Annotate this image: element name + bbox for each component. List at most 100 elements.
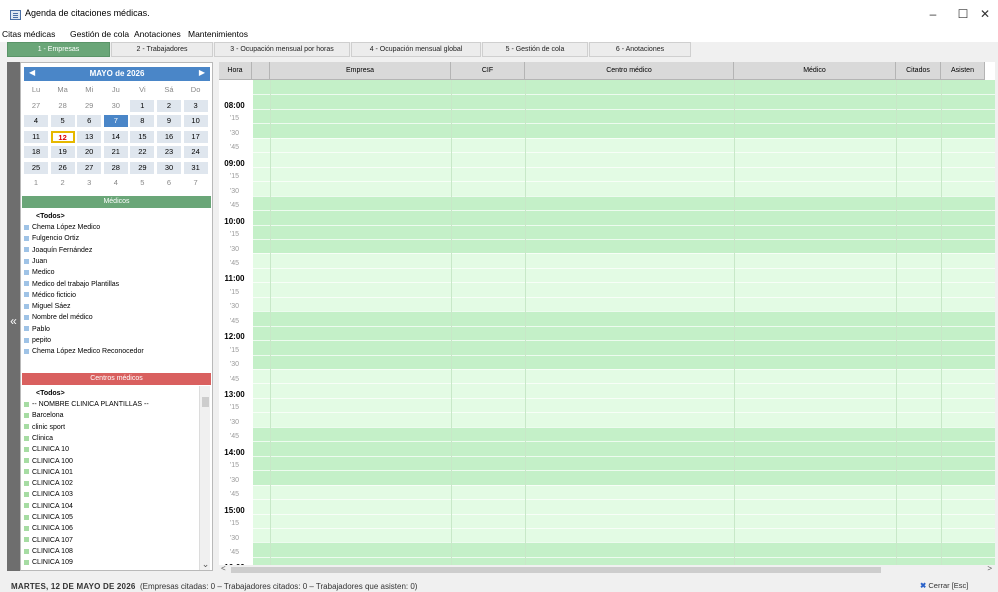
header-medico[interactable]: Médico (734, 62, 896, 80)
menu-anotaciones[interactable]: Anotaciones (134, 29, 181, 39)
centros-list-item[interactable]: Clinica (24, 433, 53, 444)
centros-list-item[interactable]: CLINICA 100 (24, 456, 73, 467)
next-month-icon[interactable]: ▶ (199, 68, 205, 77)
centros-list-item[interactable]: -- NOMBRE CLINICA PLANTILLAS -- (24, 399, 149, 410)
calendar-day[interactable]: 2 (157, 99, 181, 112)
calendar-day[interactable]: 28 (103, 161, 128, 174)
calendar-day[interactable]: 19 (50, 146, 75, 158)
calendar-day[interactable]: 23 (157, 146, 181, 158)
calendar-day[interactable]: 21 (103, 146, 128, 158)
menu-citas-medicas[interactable]: Citas médicas (2, 29, 55, 39)
medicos-item-all[interactable]: <Todos> (36, 211, 65, 222)
centros-scroll-thumb[interactable] (202, 397, 209, 407)
medicos-list-item[interactable]: pepito (24, 335, 51, 346)
medicos-list-item[interactable]: Médico ficticio (24, 290, 76, 301)
centros-item-all[interactable]: <Todos> (36, 388, 65, 399)
horizontal-scroll-thumb[interactable] (231, 567, 881, 573)
medicos-list-item[interactable]: Chema López Medico Reconocedor (24, 346, 144, 357)
calendar-day[interactable]: 27 (77, 161, 102, 174)
tab-ocupacion-horas[interactable]: 3 - Ocupación mensual por horas (214, 42, 350, 57)
calendar-day[interactable]: 22 (130, 146, 155, 158)
centros-list-item[interactable]: CLINICA 105 (24, 512, 73, 523)
calendar-day[interactable]: 25 (24, 161, 48, 174)
header-cif[interactable]: CIF (451, 62, 525, 80)
centros-list-item[interactable]: CLINICA 104 (24, 501, 73, 512)
calendar-day-today[interactable]: 12 (50, 130, 75, 143)
header-blank[interactable] (252, 62, 270, 80)
close-window-button[interactable]: ✕ (970, 5, 998, 23)
cerrar-button[interactable]: ✖ Cerrar [Esc] (920, 581, 994, 592)
medicos-list-item[interactable]: Medico (24, 267, 55, 278)
calendar-day[interactable]: 30 (157, 161, 181, 174)
calendar-day[interactable]: 10 (183, 115, 208, 127)
medicos-list-item[interactable]: Nombre del médico (24, 312, 93, 323)
tab-trabajadores[interactable]: 2 - Trabajadores (111, 42, 213, 57)
centros-list-item[interactable]: CLINICA 108 (24, 546, 73, 557)
centros-list-item[interactable]: CLINICA 107 (24, 535, 73, 546)
calendar-day[interactable]: 13 (77, 130, 102, 143)
horizontal-scrollbar[interactable]: < > (219, 564, 995, 575)
header-empresa[interactable]: Empresa (270, 62, 451, 80)
calendar-day[interactable]: 6 (77, 115, 102, 127)
calendar-day-selected[interactable]: 7 (103, 115, 128, 127)
header-asisten[interactable]: Asisten (941, 62, 985, 80)
calendar-day[interactable]: 3 (77, 177, 102, 189)
calendar-day[interactable]: 4 (24, 115, 48, 127)
calendar-day[interactable]: 9 (157, 115, 181, 127)
calendar-day[interactable]: 6 (157, 177, 181, 189)
medicos-list-item[interactable]: Joaquín Fernández (24, 245, 92, 256)
centros-list-item[interactable]: clinic sport (24, 422, 65, 433)
calendar-day[interactable]: 5 (50, 115, 75, 127)
calendar-day[interactable]: 11 (24, 130, 48, 143)
medicos-list-item[interactable]: Medico del trabajo Plantillas (24, 279, 119, 290)
calendar-day[interactable]: 29 (77, 99, 102, 112)
calendar-day[interactable]: 20 (77, 146, 102, 158)
minimize-button[interactable]: – (918, 5, 948, 23)
calendar-day[interactable]: 1 (24, 177, 48, 189)
centros-list-item[interactable]: CLINICA 102 (24, 478, 73, 489)
calendar-day[interactable]: 4 (103, 177, 128, 189)
centros-list-item[interactable]: CLINICA 101 (24, 467, 73, 478)
tab-gestion-cola[interactable]: 5 - Gestión de cola (482, 42, 588, 57)
calendar-day[interactable]: 29 (130, 161, 155, 174)
medicos-list-item[interactable]: Fulgencio Ortiz (24, 233, 79, 244)
calendar-day[interactable]: 27 (24, 99, 48, 112)
centros-list-item[interactable]: CLINICA 109 (24, 557, 73, 568)
centros-list-item[interactable]: Barcelona (24, 410, 64, 421)
calendar-day[interactable]: 2 (50, 177, 75, 189)
tab-ocupacion-global[interactable]: 4 - Ocupación mensual global (351, 42, 481, 57)
calendar-day[interactable]: 7 (183, 177, 208, 189)
calendar-day[interactable]: 24 (183, 146, 208, 158)
calendar-day[interactable]: 18 (24, 146, 48, 158)
hour-band[interactable] (253, 542, 995, 565)
calendar-day[interactable]: 26 (50, 161, 75, 174)
calendar-day[interactable]: 5 (130, 177, 155, 189)
centros-list-item[interactable]: CLINICA 106 (24, 523, 73, 534)
scroll-down-icon[interactable]: ⌄ (200, 559, 211, 570)
scroll-left-icon[interactable]: < (221, 564, 226, 573)
calendar-day[interactable]: 1 (130, 99, 155, 112)
medicos-list-item[interactable]: Chema López Medico (24, 222, 100, 233)
calendar-day[interactable]: 30 (103, 99, 128, 112)
calendar-day[interactable]: 31 (183, 161, 208, 174)
calendar-day[interactable]: 17 (183, 130, 208, 143)
header-citados[interactable]: Citados (896, 62, 941, 80)
collapse-icon[interactable]: « (8, 314, 19, 328)
centros-scrollbar[interactable]: ⌄ (199, 386, 210, 570)
calendar-day[interactable]: 15 (130, 130, 155, 143)
tab-anotaciones[interactable]: 6 - Anotaciones (589, 42, 691, 57)
calendar-day[interactable]: 14 (103, 130, 128, 143)
sidebar-toggle[interactable]: « (7, 62, 20, 571)
header-centro-medico[interactable]: Centro médico (525, 62, 734, 80)
scroll-right-icon[interactable]: > (987, 564, 992, 573)
menu-mantenimientos[interactable]: Mantenimientos (188, 29, 248, 39)
calendar-day[interactable]: 16 (157, 130, 181, 143)
calendar-day[interactable]: 3 (183, 99, 208, 112)
medicos-list-item[interactable]: Juan (24, 256, 47, 267)
centros-list-item[interactable]: CLINICA 10 (24, 444, 69, 455)
medicos-list-item[interactable]: Miguel Sáez (24, 301, 71, 312)
menu-gestion-cola[interactable]: Gestión de cola (70, 29, 129, 39)
calendar-day[interactable]: 28 (50, 99, 75, 112)
tab-empresas[interactable]: 1 - Empresas (7, 42, 110, 57)
medicos-list-item[interactable]: Pablo (24, 324, 50, 335)
